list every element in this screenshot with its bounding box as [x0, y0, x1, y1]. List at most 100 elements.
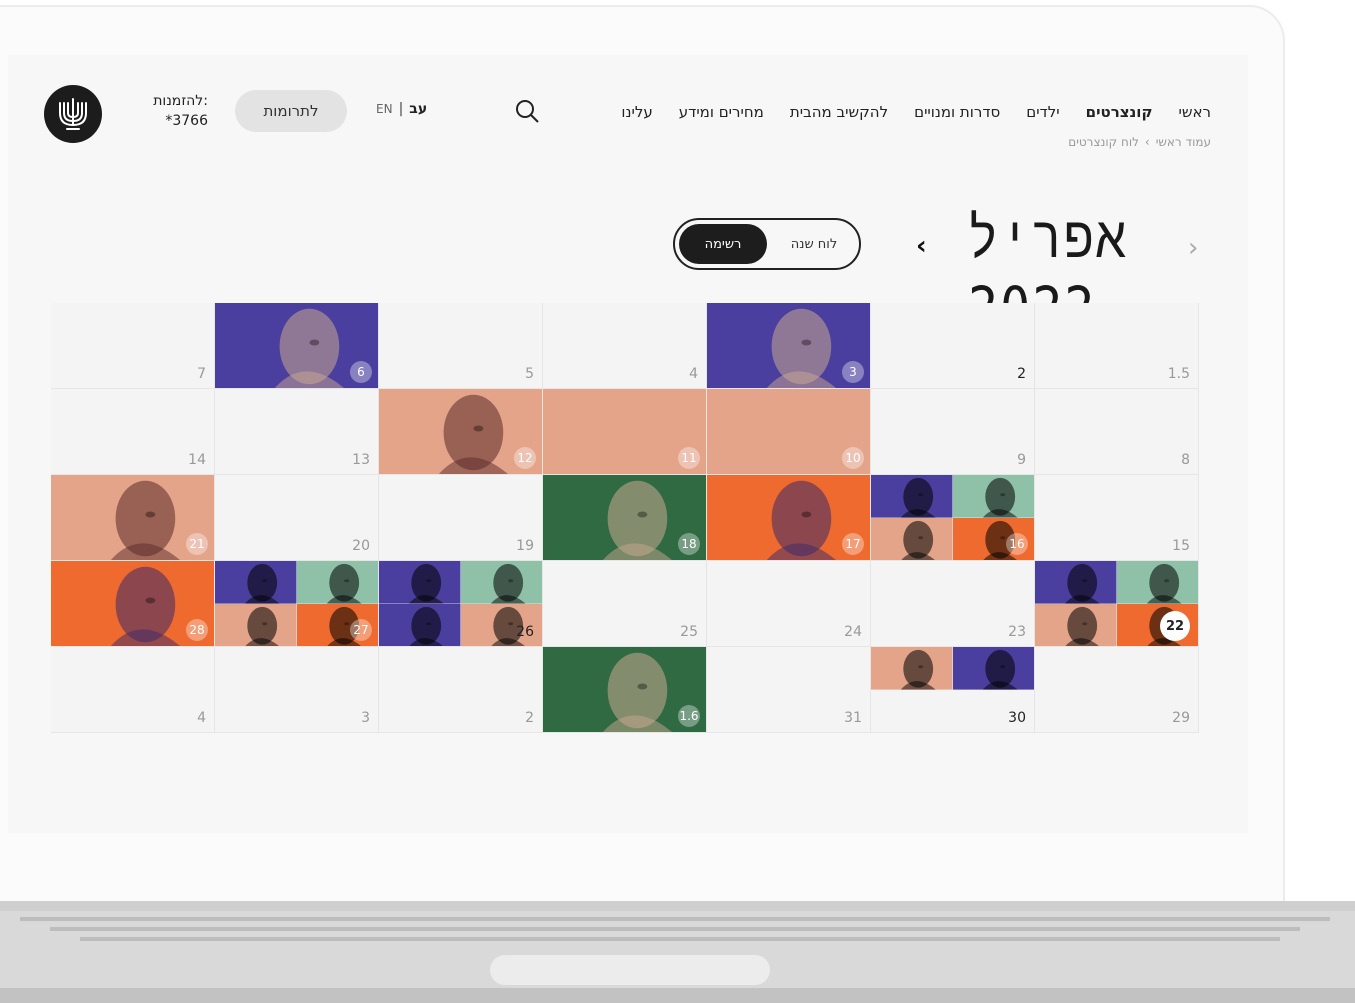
lang-en[interactable]: EN: [376, 102, 393, 116]
day-number: 27: [350, 619, 372, 641]
day-number: 8: [1181, 452, 1190, 468]
day-number: 2: [525, 710, 534, 726]
calendar-day-cell[interactable]: 3: [215, 647, 379, 733]
breadcrumb-home[interactable]: עמוד ראשי: [1156, 135, 1211, 149]
day-number: 2: [1017, 366, 1026, 382]
lang-he[interactable]: עב: [409, 101, 427, 117]
day-number: 1.5: [1167, 366, 1190, 382]
lang-separator: |: [398, 101, 404, 117]
nav-item-about[interactable]: עלינו: [621, 103, 652, 121]
calendar-day-cell[interactable]: 27: [215, 561, 379, 647]
view-list-button[interactable]: רשימה: [679, 224, 767, 264]
calendar-day-cell[interactable]: 13: [215, 389, 379, 475]
day-number: 7: [197, 366, 206, 382]
day-number: 5: [525, 366, 534, 382]
calendar-day-cell[interactable]: 10: [707, 389, 871, 475]
day-number: 24: [844, 624, 862, 640]
day-number: 28: [186, 619, 208, 641]
day-number: 16: [1006, 533, 1028, 555]
calendar-day-cell[interactable]: 1.6: [543, 647, 707, 733]
breadcrumb-current: לוח קונצרטים: [1068, 135, 1139, 149]
breadcrumb-separator: ›: [1144, 135, 1150, 149]
calendar-day-cell[interactable]: 1.5: [1035, 303, 1199, 389]
calendar-day-cell[interactable]: 4: [543, 303, 707, 389]
main-nav: ראשי קונצרטים ילדים סדרות ומנויים להקשיב…: [621, 103, 1211, 121]
calendar-day-cell[interactable]: 2: [871, 303, 1035, 389]
language-switch: EN | עב: [376, 101, 427, 117]
day-number: 1.6: [678, 705, 700, 727]
orchestra-logo[interactable]: [44, 85, 102, 143]
menorah-icon: [59, 98, 87, 130]
calendar-grid: 1.5 2 3 4 5 6 7 8 9 10 11 12 13 14 15 16 1…: [51, 303, 1204, 733]
nav-item-kids[interactable]: ילדים: [1026, 103, 1059, 121]
day-number: 17: [842, 533, 864, 555]
day-number: 4: [689, 366, 698, 382]
day-number: 18: [678, 533, 700, 555]
calendar-day-cell[interactable]: 25: [543, 561, 707, 647]
view-calendar-button[interactable]: לוח שנה: [771, 224, 857, 264]
nav-item-series[interactable]: סדרות ומנויים: [914, 103, 1000, 121]
day-number: 6: [350, 361, 372, 383]
calendar-day-cell[interactable]: 31: [707, 647, 871, 733]
calendar-day-cell[interactable]: 20: [215, 475, 379, 561]
breadcrumb: עמוד ראשי › לוח קונצרטים: [1068, 135, 1211, 149]
day-number: 15: [1172, 538, 1190, 554]
calendar-day-cell[interactable]: 2: [379, 647, 543, 733]
calendar-day-cell[interactable]: 22: [1035, 561, 1199, 647]
tickets-phone[interactable]: להזמנות: *3766: [138, 91, 208, 131]
day-number: 14: [188, 452, 206, 468]
calendar-day-cell[interactable]: 14: [51, 389, 215, 475]
calendar-day-cell[interactable]: 23: [871, 561, 1035, 647]
calendar-day-cell[interactable]: 4: [51, 647, 215, 733]
day-number: 4: [197, 710, 206, 726]
calendar-day-cell[interactable]: 30: [871, 647, 1035, 733]
calendar-day-cell[interactable]: 3: [707, 303, 871, 389]
calendar-day-cell[interactable]: 15: [1035, 475, 1199, 561]
search-icon[interactable]: [514, 98, 540, 124]
calendar-day-cell[interactable]: 9: [871, 389, 1035, 475]
day-number: 30: [1008, 710, 1026, 726]
nav-item-prices[interactable]: מחירים ומידע: [679, 103, 764, 121]
calendar-day-cell[interactable]: 18: [543, 475, 707, 561]
calendar-day-cell[interactable]: 16: [871, 475, 1035, 561]
day-number: 11: [678, 447, 700, 469]
day-number: 26: [516, 624, 534, 640]
calendar-day-cell[interactable]: 24: [707, 561, 871, 647]
day-number: 20: [352, 538, 370, 554]
nav-item-concerts[interactable]: קונצרטים: [1086, 103, 1153, 121]
day-number: 10: [842, 447, 864, 469]
tickets-number: *3766: [165, 113, 208, 129]
day-number: 23: [1008, 624, 1026, 640]
day-number: 3: [361, 710, 370, 726]
tickets-label: להזמנות:: [153, 93, 208, 109]
calendar-day-cell[interactable]: 12: [379, 389, 543, 475]
day-number: 3: [842, 361, 864, 383]
website-screen: ראשי קונצרטים ילדים סדרות ומנויים להקשיב…: [8, 55, 1248, 833]
laptop-base: [0, 901, 1355, 1003]
calendar-day-cell[interactable]: 28: [51, 561, 215, 647]
calendar-day-cell[interactable]: 19: [379, 475, 543, 561]
calendar-day-cell[interactable]: 17: [707, 475, 871, 561]
donate-button[interactable]: לתרומות: [235, 90, 347, 132]
calendar-day-cell[interactable]: 11: [543, 389, 707, 475]
day-number: 21: [186, 533, 208, 555]
day-number: 25: [680, 624, 698, 640]
calendar-day-cell[interactable]: 21: [51, 475, 215, 561]
day-number: 12: [514, 447, 536, 469]
day-number: 13: [352, 452, 370, 468]
day-number: 31: [844, 710, 862, 726]
calendar-day-cell[interactable]: 26: [379, 561, 543, 647]
day-number: 19: [516, 538, 534, 554]
day-number: 9: [1017, 452, 1026, 468]
calendar-day-cell[interactable]: 7: [51, 303, 215, 389]
nav-item-home[interactable]: ראשי: [1179, 103, 1211, 121]
calendar-day-cell[interactable]: 8: [1035, 389, 1199, 475]
calendar-day-cell[interactable]: 5: [379, 303, 543, 389]
view-toggle[interactable]: רשימה לוח שנה: [673, 218, 861, 270]
day-number: 29: [1172, 710, 1190, 726]
calendar-day-cell[interactable]: 29: [1035, 647, 1199, 733]
day-number: 22: [1160, 611, 1190, 641]
calendar-day-cell[interactable]: 6: [215, 303, 379, 389]
prev-month-chevron-icon[interactable]: ‹: [916, 231, 927, 261]
nav-item-listen-home[interactable]: להקשיב מהבית: [790, 103, 888, 121]
